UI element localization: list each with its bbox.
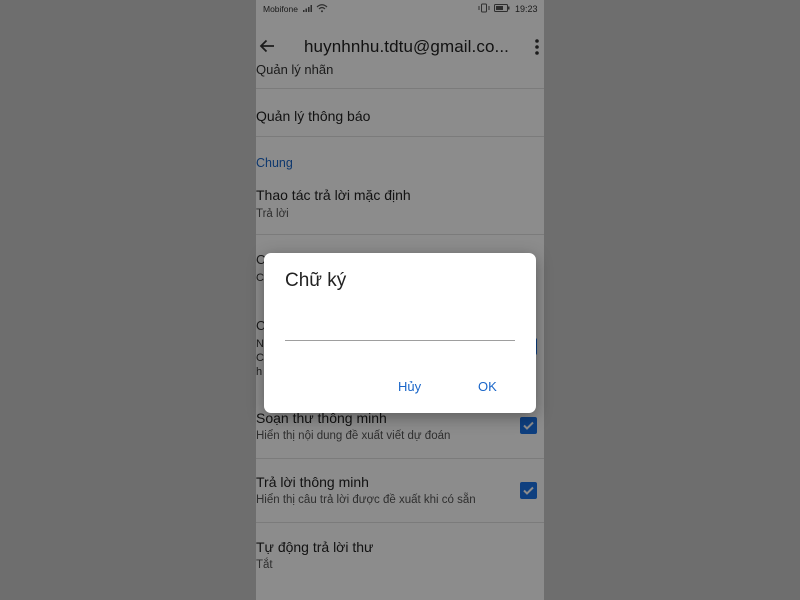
ok-button[interactable]: OK (472, 377, 503, 396)
signature-input[interactable] (285, 310, 515, 341)
screen: Mobifone 19:23 huynhnhu.tdtu@gmail.co...… (0, 0, 800, 600)
cancel-button[interactable]: Hủy (392, 377, 427, 396)
signature-dialog: Chữ ký Hủy OK (264, 253, 536, 413)
dialog-title: Chữ ký (285, 270, 347, 291)
